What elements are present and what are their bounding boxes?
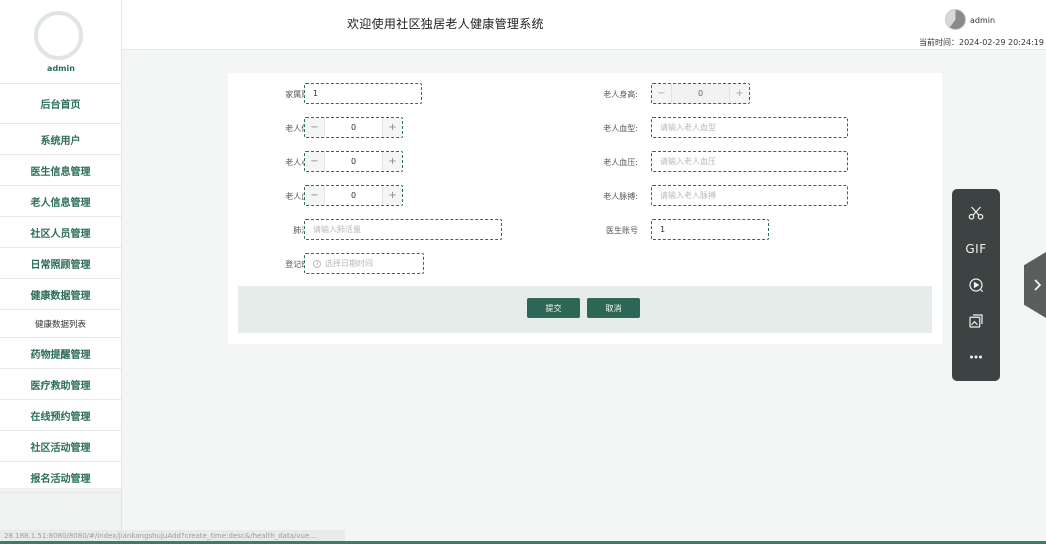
blood-sugar-value: 0	[350, 191, 357, 200]
pulse-input[interactable]: 请输入老人脉搏	[651, 185, 848, 206]
sidebar-item-elderly[interactable]: 老人信息管理	[0, 186, 121, 217]
heart-rate-stepper[interactable]: − 0 +	[304, 151, 403, 172]
sidebar-item-medical-aid[interactable]: 医疗救助管理	[0, 369, 121, 400]
blood-sugar-stepper[interactable]: − 0 +	[304, 185, 403, 206]
height-label: 老人身高:	[603, 90, 638, 99]
floating-toolbar: GIF	[952, 189, 1000, 381]
minus-icon[interactable]: −	[652, 84, 672, 103]
sidebar-item-doctors[interactable]: 医生信息管理	[0, 155, 121, 186]
avatar[interactable]	[34, 11, 83, 60]
header: 欢迎使用社区独居老人健康管理系统 admin 当前时间：2024-02-29 2…	[122, 0, 1046, 50]
register-time-placeholder: 选择日期时间	[325, 259, 373, 268]
heart-rate-value: 0	[350, 157, 357, 166]
height-value: 0	[697, 89, 704, 98]
plus-icon[interactable]: +	[382, 152, 402, 171]
screen-record-icon[interactable]	[952, 271, 1000, 299]
weight-stepper[interactable]: − 0 +	[304, 117, 403, 138]
form-actions: 提交 取消	[238, 286, 932, 333]
cancel-button[interactable]: 取消	[587, 298, 640, 318]
pulse-label: 老人脉搏:	[603, 192, 638, 201]
sidebar-item-community-events[interactable]: 社区活动管理	[0, 431, 121, 462]
clock-icon	[313, 259, 321, 268]
sidebar: admin 后台首页 系统用户 医生信息管理 老人信息管理 社区人员管理 日常照…	[0, 0, 122, 544]
sidebar-item-event-signups[interactable]: 报名活动管理	[0, 462, 121, 493]
sidebar-item-medication-reminder[interactable]: 药物提醒管理	[0, 338, 121, 369]
chevron-right-icon	[1034, 279, 1042, 291]
sidebar-item-community-staff[interactable]: 社区人员管理	[0, 217, 121, 248]
blood-pressure-label: 老人血压:	[603, 158, 638, 167]
health-data-form: 家属账号: 1 老人身高: − 0 + 老人体重: − 0 + 老人血型: 请输…	[228, 73, 942, 344]
height-stepper[interactable]: − 0 +	[651, 83, 750, 104]
weight-value: 0	[350, 123, 357, 132]
current-time: 当前时间：2024-02-29 20:24:19	[919, 38, 1044, 47]
register-time-picker[interactable]: 选择日期时间	[304, 253, 424, 274]
plus-icon[interactable]: +	[382, 186, 402, 205]
minus-icon[interactable]: −	[305, 186, 325, 205]
blood-type-input[interactable]: 请输入老人血型	[651, 117, 848, 138]
more-icon[interactable]	[952, 343, 1000, 371]
minus-icon[interactable]: −	[305, 118, 325, 137]
submit-button[interactable]: 提交	[527, 298, 580, 318]
sidebar-item-daily-care[interactable]: 日常照顾管理	[0, 248, 121, 279]
doctor-account-label: 医生账号	[606, 226, 638, 235]
sidebar-item-home[interactable]: 后台首页	[0, 84, 121, 124]
sidebar-username: admin	[47, 64, 75, 73]
sidebar-item-health-data[interactable]: 健康数据管理	[0, 279, 121, 310]
image-icon[interactable]	[952, 307, 1000, 335]
sidebar-item-appointments[interactable]: 在线预约管理	[0, 400, 121, 431]
sidebar-profile: admin	[0, 0, 121, 84]
sidebar-item-system-users[interactable]: 系统用户	[0, 124, 121, 155]
plus-icon[interactable]: +	[729, 84, 749, 103]
gif-icon[interactable]: GIF	[952, 235, 1000, 263]
blood-pressure-input[interactable]: 请输入老人血压	[651, 151, 848, 172]
blood-type-label: 老人血型:	[603, 124, 638, 133]
doctor-account-input[interactable]: 1	[651, 219, 769, 240]
scissors-icon[interactable]	[952, 199, 1000, 227]
sidebar-subitem-health-data-list[interactable]: 健康数据列表	[0, 310, 121, 338]
plus-icon[interactable]: +	[382, 118, 402, 137]
side-expand-tab[interactable]	[1024, 252, 1046, 318]
header-username[interactable]: admin	[970, 16, 995, 25]
lung-capacity-input[interactable]: 请输入肺活量	[304, 219, 502, 240]
sidebar-menu: admin 后台首页 系统用户 医生信息管理 老人信息管理 社区人员管理 日常照…	[0, 0, 121, 493]
family-account-input[interactable]: 1	[304, 83, 422, 104]
page-title: 欢迎使用社区独居老人健康管理系统	[347, 17, 544, 31]
gif-label: GIF	[965, 242, 987, 256]
minus-icon[interactable]: −	[305, 152, 325, 171]
user-avatar[interactable]	[945, 9, 966, 30]
